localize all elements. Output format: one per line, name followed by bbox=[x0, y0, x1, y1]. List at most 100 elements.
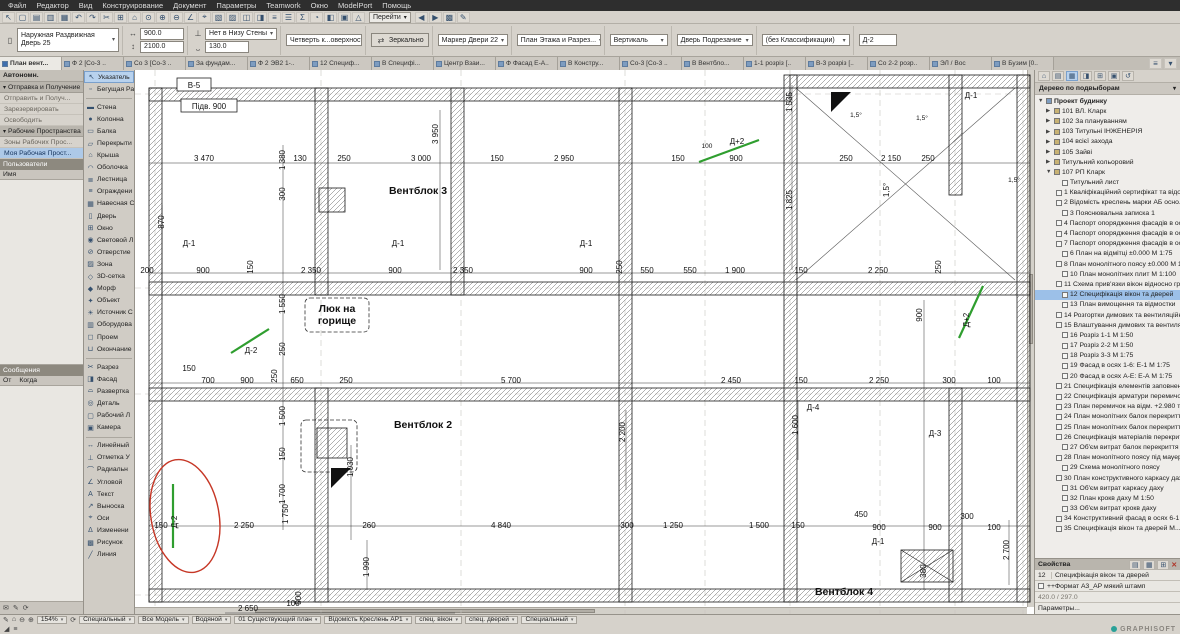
tool-деталь[interactable]: ◎ Деталь bbox=[84, 397, 134, 409]
tree-item-31[interactable]: 24 План монолітних балок перекритт... bbox=[1035, 412, 1180, 422]
fit-view-icon[interactable]: ⌂ bbox=[12, 616, 16, 623]
tool-изменени[interactable]: Δ Изменени bbox=[84, 524, 134, 536]
refresh-icon[interactable]: ⟳ bbox=[23, 604, 29, 612]
tab-16[interactable]: В Бузим [0.. bbox=[992, 57, 1054, 70]
prop-settings-icon[interactable]: ▦ bbox=[1143, 559, 1156, 570]
tree-item-40[interactable]: 33 Об'єм витрат крокв даху bbox=[1035, 504, 1180, 514]
status-dropdown-3[interactable]: 01 Существующий план bbox=[234, 615, 322, 624]
messages-list[interactable] bbox=[0, 386, 83, 602]
zoom-level-field[interactable]: 154% bbox=[36, 615, 68, 624]
open-file-icon[interactable]: ▥ bbox=[44, 11, 57, 23]
tree-item-2[interactable]: ▶ 102 За плануванням bbox=[1035, 116, 1180, 126]
tab-6[interactable]: В Специфі... bbox=[372, 57, 434, 70]
menu-item-3[interactable]: Конструирование bbox=[97, 1, 168, 10]
tool-отметка-у[interactable]: ⊥ Отметка У bbox=[84, 452, 134, 464]
tool-крыша[interactable]: ⌂ Крыша bbox=[84, 150, 134, 162]
tree-item-23[interactable]: 16 Розріз 1-1 М 1:50 bbox=[1035, 330, 1180, 340]
tab-1[interactable]: Ф 2 [Со-3 .. bbox=[62, 57, 124, 70]
anchor-dropdown[interactable]: Нет в Низу Стены bbox=[205, 27, 277, 40]
tree-item-32[interactable]: 25 План монолітних балок перекритт... bbox=[1035, 422, 1180, 432]
messages-when-column[interactable]: Когда bbox=[19, 377, 37, 384]
tool-проем[interactable]: ◻ Проем bbox=[84, 331, 134, 343]
tree-item-18[interactable]: 11 Схема прив'язки вікон відносно гру... bbox=[1035, 279, 1180, 289]
layout-book-icon[interactable]: ⊞ bbox=[1094, 71, 1106, 81]
zoom-in-icon[interactable]: ⊕ bbox=[156, 11, 169, 23]
tool-зона[interactable]: ▨ Зона bbox=[84, 258, 134, 270]
tree-item-42[interactable]: 35 Специфікація вікон та дверей М... bbox=[1035, 524, 1180, 534]
tree-item-1[interactable]: ▶ 101 ВЛ. Кларк bbox=[1035, 106, 1180, 116]
resize-corner-icon[interactable]: ◢ bbox=[4, 625, 9, 633]
menu-item-0[interactable]: Файл bbox=[3, 1, 31, 10]
tool-балка[interactable]: ▭ Балка bbox=[84, 125, 134, 137]
menu-item-1[interactable]: Редактор bbox=[31, 1, 73, 10]
tool-оси[interactable]: ⌖ Оси bbox=[84, 512, 134, 524]
element-id-field[interactable]: Д-2 bbox=[858, 34, 897, 46]
redo-icon[interactable]: ↷ bbox=[86, 11, 99, 23]
tree-item-11[interactable]: 3 Пояснювальна записка 1 bbox=[1035, 208, 1180, 218]
status-dropdown-7[interactable]: Специальный bbox=[521, 615, 578, 624]
tab-5[interactable]: 12 Специф... bbox=[310, 57, 372, 70]
door-type-dropdown[interactable]: Наружная Раздвижная Дверь 25 bbox=[17, 28, 119, 52]
list-icon[interactable]: ☰ bbox=[282, 11, 295, 23]
collapsed-arrow-icon[interactable]: ▶ bbox=[1046, 108, 1052, 114]
workspace-item-0[interactable]: Зоны Рабочих Прос... bbox=[0, 137, 83, 148]
forward-icon[interactable]: ▶ bbox=[428, 11, 442, 23]
copy-icon[interactable]: ⊞ bbox=[114, 11, 127, 23]
status-dropdown-6[interactable]: спец. дверей bbox=[464, 615, 519, 624]
tree-item-24[interactable]: 17 Розріз 2-2 М 1:50 bbox=[1035, 341, 1180, 351]
tree-item-20[interactable]: 13 План вимощення та відмостки bbox=[1035, 300, 1180, 310]
tool-окончание[interactable]: ⊔ Окончание bbox=[84, 343, 134, 355]
clock-icon[interactable]: ◔ bbox=[310, 11, 323, 23]
home-icon[interactable]: ⌂ bbox=[1038, 71, 1050, 81]
message-icon[interactable]: ✉ bbox=[3, 604, 9, 612]
tool-лестница[interactable]: ≣ Лестница bbox=[84, 174, 134, 186]
tree-item-12[interactable]: 4 Паспорт опорядження фасадів в ося... bbox=[1035, 218, 1180, 228]
tree-item-39[interactable]: 32 План крокв даху М 1:50 bbox=[1035, 493, 1180, 503]
tree-item-38[interactable]: 31 Об'єм витрат каркасу даху bbox=[1035, 483, 1180, 493]
tree-item-34[interactable]: 27 Об'єм витрат балок перекриття bbox=[1035, 442, 1180, 452]
tree-item-21[interactable]: 14 Розгортки димових та вентиляційн... bbox=[1035, 310, 1180, 320]
rotate-view-icon[interactable]: ⟳ bbox=[70, 616, 76, 624]
tree-item-15[interactable]: 6 План на відмітці ±0.000 М 1:75 bbox=[1035, 249, 1180, 259]
users-name-column[interactable]: Имя bbox=[3, 171, 16, 178]
tool-рабочий-л[interactable]: ▢ Рабочий Л bbox=[84, 410, 134, 422]
tree-item-10[interactable]: 2 Відомість креслень марки АБ осно... bbox=[1035, 198, 1180, 208]
tab-0[interactable]: План вент... bbox=[0, 57, 62, 70]
tool-текст[interactable]: A Текст bbox=[84, 488, 134, 500]
tool-выноска[interactable]: ↗ Выноска bbox=[84, 500, 134, 512]
master-layout-name[interactable]: ++Формат А3_АР мякий штамп bbox=[1047, 583, 1145, 590]
workspace-item-1[interactable]: Моя Рабочая Прост... bbox=[0, 148, 83, 159]
tab-11[interactable]: В Вентбло... bbox=[682, 57, 744, 70]
tab-14[interactable]: Со 2-2 розр.. bbox=[868, 57, 930, 70]
tree-view-icon[interactable]: ▦ bbox=[1066, 71, 1078, 81]
tab-more-icon[interactable]: ▾ bbox=[1164, 58, 1177, 69]
undo-icon[interactable]: ↶ bbox=[72, 11, 85, 23]
tree-item-33[interactable]: 26 Специфікація матеріалів перекриття bbox=[1035, 432, 1180, 442]
tool-световой-л[interactable]: ◉ Световой Л bbox=[84, 234, 134, 246]
cut-icon[interactable]: ✂ bbox=[100, 11, 113, 23]
tab-3[interactable]: За фундам... bbox=[186, 57, 248, 70]
menu-item-9[interactable]: Помощь bbox=[377, 1, 416, 10]
menu-item-6[interactable]: Teamwork bbox=[261, 1, 305, 10]
section-view-icon[interactable]: ◨ bbox=[1080, 71, 1092, 81]
layout-icon[interactable]: ▣ bbox=[338, 11, 351, 23]
project-icon[interactable]: ▤ bbox=[1052, 71, 1064, 81]
save-icon[interactable]: ▦ bbox=[58, 11, 71, 23]
tree-item-4[interactable]: ▶ 104 всієї захода bbox=[1035, 137, 1180, 147]
tab-13[interactable]: В-3 розріз [.. bbox=[806, 57, 868, 70]
angle-icon[interactable]: ∠ bbox=[184, 11, 197, 23]
prop-view-icon[interactable]: ▤ bbox=[1129, 559, 1142, 570]
tab-15[interactable]: ЭЛ / Вос bbox=[930, 57, 992, 70]
tree-item-13[interactable]: 4 Паспорт опорядження фасадів в ося... bbox=[1035, 228, 1180, 238]
tool-отверстие[interactable]: ⊘ Отверстие bbox=[84, 246, 134, 258]
collapsed-arrow-icon[interactable]: ▶ bbox=[1046, 129, 1052, 135]
status-dropdown-1[interactable]: Все Модель bbox=[138, 615, 189, 624]
tree-item-35[interactable]: 28 План монолітного поясу під мауер... bbox=[1035, 453, 1180, 463]
zoom-in-icon[interactable]: ⊕ bbox=[28, 616, 34, 624]
tree-item-16[interactable]: 8 План монолітного поясу ±0.000 М 1:... bbox=[1035, 259, 1180, 269]
pen-icon[interactable]: ✎ bbox=[456, 11, 470, 23]
tool-разрез[interactable]: ✂ Разрез bbox=[84, 361, 134, 373]
tab-4[interactable]: Ф 2 ЭВ2 1-.. bbox=[248, 57, 310, 70]
tool-навесная-с[interactable]: ▦ Навесная С bbox=[84, 198, 134, 210]
tree-item-3[interactable]: ▶ 103 Титульні ІНЖЕНЕРІЯ bbox=[1035, 127, 1180, 137]
